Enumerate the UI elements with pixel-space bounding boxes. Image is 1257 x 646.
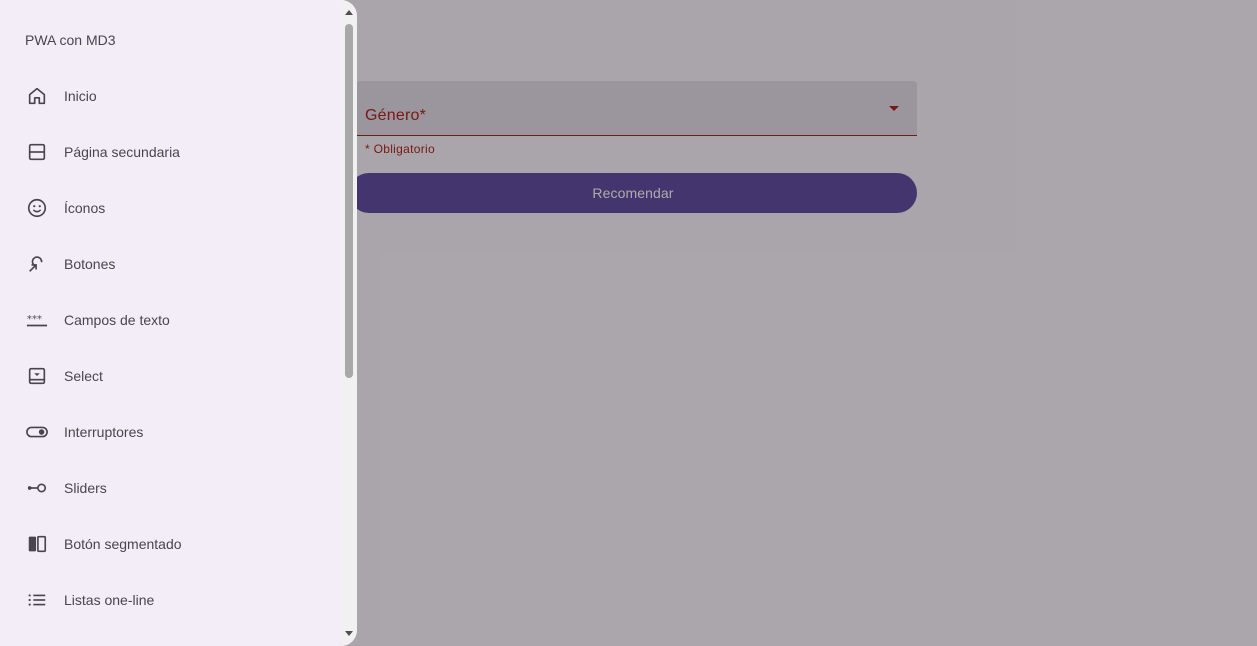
navigation-drawer: PWA con MD3 Inicio Página secundaria Íco… [0, 0, 357, 646]
drawer-item-campos-de-texto[interactable]: *** Campos de texto [12, 296, 330, 344]
drawer-item-iconos[interactable]: Íconos [12, 184, 330, 232]
scroll-down-arrow-icon[interactable] [345, 631, 353, 636]
drawer-item-label: Listas one-line [64, 592, 155, 608]
select-box-icon [25, 364, 49, 388]
drawer-item-label: Inicio [64, 88, 97, 104]
drawer-item-label: Interruptores [64, 424, 144, 440]
drawer-item-botones[interactable]: Botones [12, 240, 330, 288]
drawer-item-label: Botón segmentado [64, 536, 182, 552]
drawer-item-label: Campos de texto [64, 312, 170, 328]
drawer-item-inicio[interactable]: Inicio [12, 72, 330, 120]
drawer-item-label: Íconos [64, 200, 106, 216]
touch-app-icon [25, 252, 49, 276]
split-page-icon [25, 140, 49, 164]
drawer-item-label: Sliders [64, 480, 107, 496]
password-field-icon: *** [25, 308, 49, 332]
drawer-item-sliders[interactable]: Sliders [12, 464, 330, 512]
svg-text:***: *** [27, 314, 42, 325]
drawer-item-listas-one-line[interactable]: Listas one-line [12, 576, 330, 624]
toggle-icon [25, 420, 49, 444]
drawer-item-pagina-secundaria[interactable]: Página secundaria [12, 128, 330, 176]
home-icon [25, 84, 49, 108]
drawer-item-select[interactable]: Select [12, 352, 330, 400]
smiley-icon [25, 196, 49, 220]
drawer-item-label: Página secundaria [64, 144, 180, 160]
drawer-item-boton-segmentado[interactable]: Botón segmentado [12, 520, 330, 568]
drawer-item-interruptores[interactable]: Interruptores [12, 408, 330, 456]
segmented-icon [25, 532, 49, 556]
drawer-item-label: Botones [64, 256, 116, 272]
scrollbar-thumb[interactable] [345, 24, 353, 378]
drawer-scrollbar[interactable] [342, 0, 357, 646]
app-page: Género* * Obligatorio Recomendar PWA con… [0, 0, 1257, 646]
list-icon [25, 588, 49, 612]
slider-icon [25, 476, 49, 500]
drawer-item-label: Select [64, 368, 103, 384]
drawer-title: PWA con MD3 [25, 32, 116, 48]
scroll-up-arrow-icon[interactable] [345, 10, 353, 15]
